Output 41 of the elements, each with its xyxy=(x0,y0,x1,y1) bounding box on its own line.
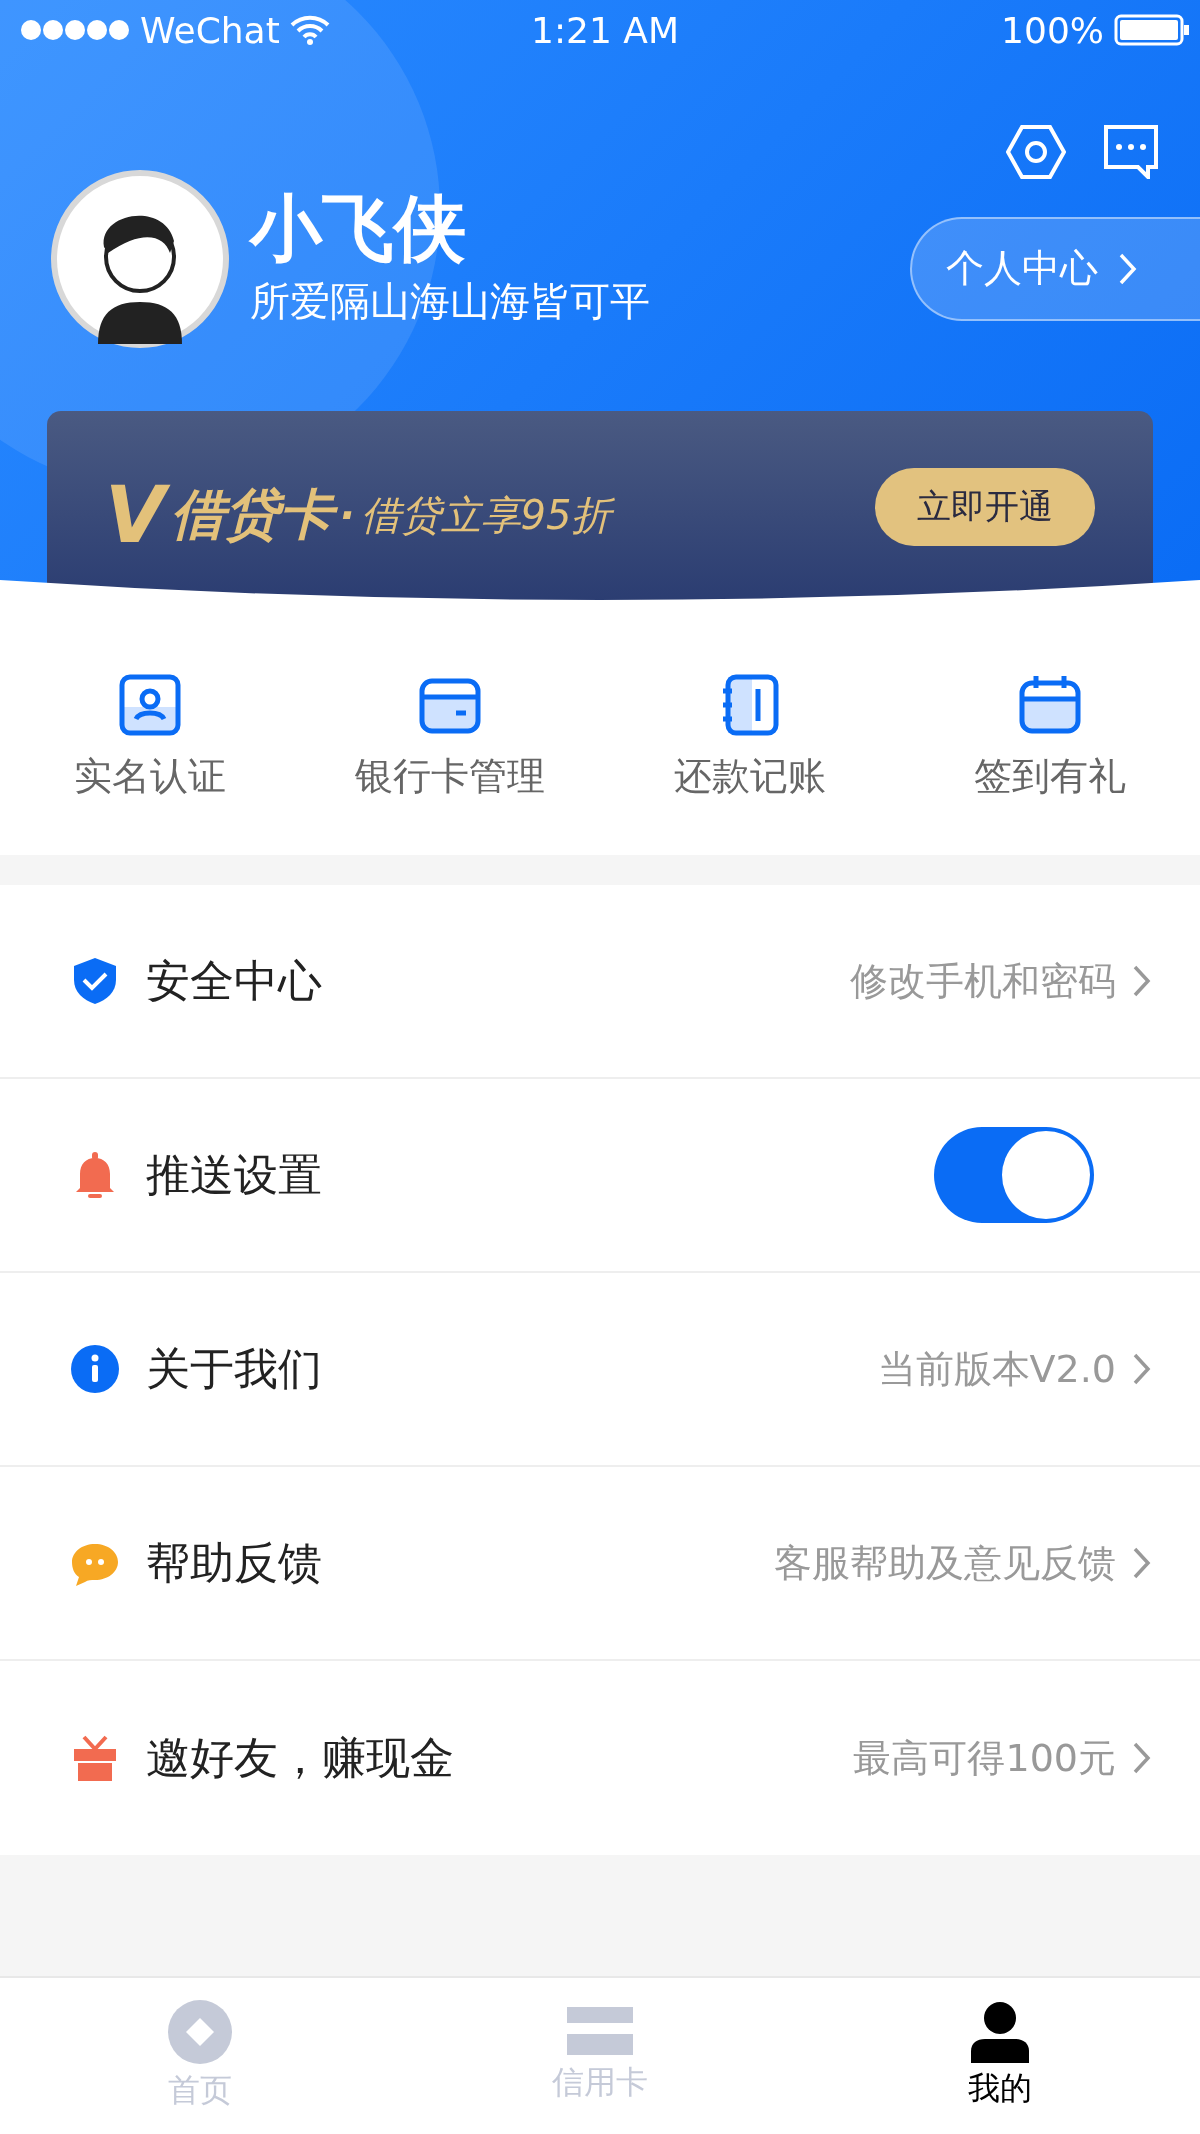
chevron-icon xyxy=(1132,1352,1152,1386)
menu-row[interactable]: 安全中心 修改手机和密码 xyxy=(0,885,1200,1079)
chevron-icon xyxy=(1132,1546,1152,1580)
chevron-icon xyxy=(1118,251,1138,286)
id-card-icon xyxy=(118,673,182,737)
wifi-icon xyxy=(289,15,330,46)
shortcut-label[interactable]: 签到有礼 xyxy=(974,751,1126,802)
menu-label: 邀好友，赚现金 xyxy=(146,1730,454,1785)
message-icon[interactable] xyxy=(1102,124,1160,179)
menu-row[interactable]: 推送设置 xyxy=(0,1079,1200,1273)
menu-label: 帮助反馈 xyxy=(146,1535,322,1590)
battery-percent: 100% xyxy=(1001,9,1104,51)
info-icon xyxy=(70,1344,120,1394)
settings-icon[interactable] xyxy=(1006,124,1066,179)
activate-button[interactable]: 立即开通 xyxy=(875,468,1095,547)
clock-time: 1:21 AM xyxy=(531,9,679,51)
calendar-icon xyxy=(1018,673,1082,737)
signal-icon xyxy=(20,19,130,42)
carrier-name: WeChat xyxy=(140,9,280,51)
user-name: 小飞侠 xyxy=(250,188,467,268)
shortcut-label[interactable]: 银行卡管理 xyxy=(355,751,545,802)
menu-hint: 当前版本V2.0 xyxy=(877,1345,1116,1393)
menu-label: 安全中心 xyxy=(146,953,322,1008)
shortcut-label[interactable]: 实名认证 xyxy=(74,751,226,802)
menu-hint: 最高可得100元 xyxy=(853,1734,1116,1782)
nav-tab[interactable]: 我的 xyxy=(800,1978,1200,2134)
menu-row[interactable]: 帮助反馈 客服帮助及意见反馈 xyxy=(0,1467,1200,1661)
card-icon xyxy=(567,2007,633,2057)
menu-label: 关于我们 xyxy=(146,1341,322,1396)
user-motto: 所爱隔山海山海皆可平 xyxy=(250,276,651,326)
menu-row[interactable]: 邀好友，赚现金 最高可得100元 xyxy=(0,1661,1200,1855)
chevron-icon xyxy=(1132,964,1152,998)
user-icon xyxy=(969,2001,1031,2063)
separator-dot: · xyxy=(339,492,355,539)
battery-icon xyxy=(1114,14,1190,47)
menu-row[interactable]: 关于我们 当前版本V2.0 xyxy=(0,1273,1200,1467)
shortcut-label[interactable]: 还款记账 xyxy=(674,751,826,802)
chevron-icon xyxy=(1132,1741,1152,1775)
menu-hint: 客服帮助及意见反馈 xyxy=(774,1539,1116,1587)
menu-label: 推送设置 xyxy=(146,1147,322,1202)
menu-hint: 修改手机和密码 xyxy=(850,957,1116,1005)
